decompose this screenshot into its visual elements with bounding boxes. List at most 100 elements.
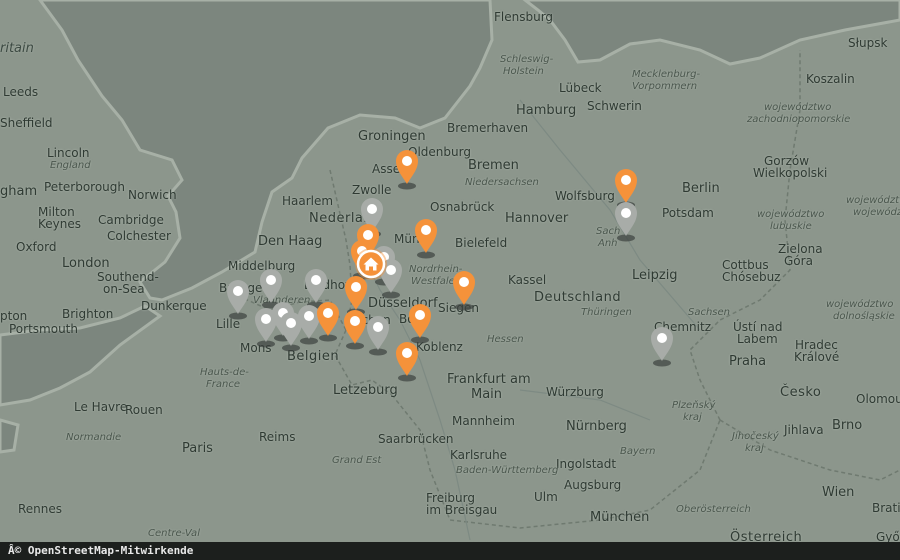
- map-pin-gray[interactable]: [253, 306, 279, 348]
- map-label-city: Bielefeld: [455, 236, 508, 250]
- map-label-city: Lincoln: [47, 146, 90, 160]
- map-label-city-lg: Frankfurt am: [447, 372, 531, 387]
- map-label-region: Baden-Württemberg: [456, 465, 559, 476]
- map-label-region: Thüringen: [581, 307, 632, 318]
- map-label-city: Bratis: [872, 501, 900, 515]
- map-label-city: Chósebuz: [722, 270, 781, 284]
- map-label-city: Koszalin: [806, 72, 855, 86]
- map-label-city: Keynes: [38, 217, 81, 231]
- map-label-city: Góra: [784, 254, 813, 268]
- map-label-city: Słupsk: [848, 36, 888, 50]
- map-marker-icon: [396, 150, 418, 190]
- map-label-region: Sachsen: [688, 307, 731, 318]
- map-label-region: Vorpommern: [632, 81, 698, 92]
- map-label-region: zachodniopomorskie: [747, 114, 851, 125]
- map-pin-orange[interactable]: [451, 269, 477, 311]
- map-label-city: Reims: [259, 430, 296, 444]
- map-label-region: województwo: [826, 299, 894, 310]
- map-pin-orange[interactable]: [394, 148, 420, 190]
- map-label-city: Dunkerque: [141, 299, 207, 313]
- atlantic: [0, 418, 20, 454]
- map-label-city: Haarlem: [282, 194, 334, 208]
- map-label-city: Jihlava: [784, 423, 824, 437]
- map-label-city: Labem: [737, 332, 778, 346]
- map-label-city-lg: Praha: [729, 354, 767, 369]
- map-label-city: Ulm: [534, 490, 558, 504]
- map-label-water: ritain: [0, 41, 34, 56]
- map-label-city: Lübeck: [559, 81, 602, 95]
- map-pin-orange[interactable]: [407, 302, 433, 344]
- map-label-city: Peterborough: [44, 180, 126, 194]
- map-label-region: Hessen: [487, 334, 524, 345]
- map-marker-icon: [409, 304, 431, 344]
- map-label-city: Potsdam: [662, 206, 714, 220]
- map-label-region: lubuskie: [770, 221, 812, 232]
- map-label-region: województwo: [846, 195, 900, 206]
- map-label-city: Saarbrücken: [378, 432, 454, 446]
- map-label-city-lg: Paris: [182, 441, 213, 456]
- map-label-city: Wolfsburg: [555, 189, 615, 203]
- map-label-city: Portsmouth: [9, 322, 78, 336]
- map-label-region: Holstein: [503, 66, 544, 77]
- map-pin-gray[interactable]: [225, 278, 251, 320]
- map-label-city: Karlsruhe: [450, 448, 508, 462]
- map-label-city-lg: Berlin: [682, 181, 720, 196]
- map-label-city: Kassel: [508, 273, 547, 287]
- map-label-region: dolnośląskie: [833, 311, 895, 322]
- map-label-city: Würzburg: [546, 385, 604, 399]
- map-pin-gray[interactable]: [365, 314, 391, 356]
- map-label-city: Olomouc: [856, 392, 900, 406]
- map-label-region: Mecklenburg-: [632, 69, 701, 80]
- map-label-city: Rouen: [125, 403, 163, 417]
- map-label-city: Mannheim: [452, 414, 515, 428]
- map-label-city: Rennes: [18, 502, 63, 516]
- map-label-city-lg: Leipzig: [632, 268, 678, 283]
- map-label-city: Cambridge: [98, 213, 164, 227]
- map-marker-icon: [367, 316, 389, 356]
- map-label-city-lg: Bremen: [468, 158, 519, 173]
- map-label-city: pton: [0, 309, 28, 323]
- map-label-region: kraj: [745, 443, 764, 454]
- map-label-city-lg: Wien: [822, 485, 855, 500]
- map-label-city-lg: Hamburg: [516, 103, 577, 118]
- map-label-city-lg: München: [590, 510, 650, 525]
- map-marker-icon: [415, 219, 437, 259]
- map-label-city: Le Havre: [74, 400, 128, 414]
- map-view[interactable]: ritain Flensburg Słupsk Schleswig- Holstein K…: [0, 0, 900, 560]
- map-label-city: Osnabrück: [430, 200, 495, 214]
- map-label-city: Oxford: [16, 240, 57, 254]
- attribution-text: Â© OpenStreetMap-Mitwirkende: [8, 544, 194, 557]
- map-label-city: Králové: [794, 350, 840, 364]
- map-pin-orange[interactable]: [315, 300, 341, 342]
- map-marker-icon: [615, 202, 637, 242]
- map-label-city: Leeds: [3, 85, 39, 99]
- map-label-city-lg: Den Haag: [258, 234, 323, 249]
- map-label-region: France: [206, 379, 240, 390]
- map-label-country: Česko: [780, 385, 822, 400]
- map-label-city: Zwolle: [352, 183, 392, 197]
- map-marker-icon: [651, 327, 673, 367]
- map-label-city: Sheffield: [0, 116, 53, 130]
- map-marker-icon: [453, 271, 475, 311]
- map-pin-gray[interactable]: [613, 200, 639, 242]
- map-label-city-lg: London: [62, 256, 110, 271]
- map-marker-icon: [227, 280, 249, 320]
- map-label-city-lg: gham: [0, 184, 38, 199]
- map-label-region: województwo: [757, 209, 825, 220]
- map-label-city-lg: Brno: [832, 418, 863, 433]
- map-label-region: Grand Est: [332, 455, 382, 466]
- map-label-city: Norwich: [128, 188, 177, 202]
- map-pin-orange[interactable]: [394, 340, 420, 382]
- map-label-region: Centre-Val: [148, 528, 200, 539]
- home-location-marker[interactable]: [354, 247, 388, 281]
- map-pin-gray[interactable]: [649, 325, 675, 367]
- map-attribution[interactable]: Â© OpenStreetMap-Mitwirkende: [0, 542, 900, 560]
- map-label-city: on-Sea: [103, 282, 145, 296]
- map-label-city: Ingolstadt: [556, 457, 617, 471]
- map-label-region: Hauts-de-: [200, 367, 249, 378]
- map-pin-orange[interactable]: [413, 217, 439, 259]
- map-label-country: Deutschland: [534, 290, 622, 305]
- map-marker-icon: [255, 308, 277, 348]
- map-label-city: Augsburg: [564, 478, 622, 492]
- map-label-city: im Breisgau: [426, 503, 498, 517]
